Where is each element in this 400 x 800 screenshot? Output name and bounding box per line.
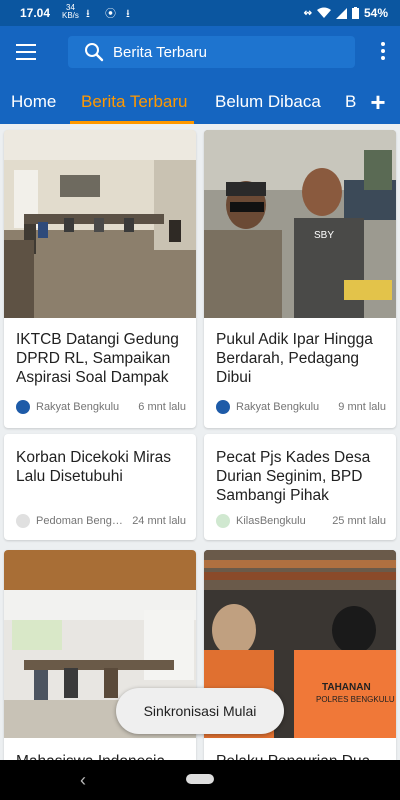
article-time: 9 mnt lalu <box>338 401 386 413</box>
status-time: 17.04 <box>20 6 51 20</box>
download-icon: ⭳ <box>126 8 130 20</box>
article-source: Rakyat Bengkulu <box>36 401 120 413</box>
battery-level: 54% <box>363 6 388 20</box>
system-nav-bar: ‹ <box>0 760 400 800</box>
article-source: Pedoman Bengkulu <box>36 515 127 527</box>
signal-icon <box>335 7 347 19</box>
more-options-icon[interactable] <box>380 42 386 62</box>
article-title: Pukul Adik Ipar Hingga Berdarah, Pedagan… <box>216 331 373 386</box>
article-time: 6 mnt lalu <box>138 401 186 413</box>
app-bar: Berita Terbaru <box>0 26 400 82</box>
download-icon: ⭳ <box>86 8 90 20</box>
shirt-text: SBY <box>314 230 334 241</box>
article-title: Pelaku Pencurian Dua <box>204 752 396 760</box>
article-title: Korban Dicekoki Miras Lalu Disetubuhi <box>16 449 172 485</box>
wifi-icon <box>316 7 331 18</box>
source-logo-icon <box>216 514 230 528</box>
search-input[interactable]: Berita Terbaru <box>68 36 355 68</box>
article-meta: KilasBengkulu 25 mnt lalu <box>216 514 386 528</box>
status-bar: 17.04 34 KB/s ⭳ ⦿ ⭳ ↭ 54% <box>0 0 400 26</box>
article-meta: Pedoman Bengkulu 24 mnt lalu <box>16 514 186 528</box>
battery-icon <box>351 7 359 19</box>
net-speed-unit: KB/s <box>62 11 79 20</box>
search-placeholder: Berita Terbaru <box>113 44 207 61</box>
article-title: Mahasiswa Indonesia <box>4 752 196 760</box>
article-meta: Rakyat Bengkulu 9 mnt lalu <box>216 400 386 414</box>
add-tab-icon[interactable]: + <box>356 82 400 124</box>
article-meta: Rakyat Bengkulu 6 mnt lalu <box>16 400 186 414</box>
vest-text: POLRES BENGKULU <box>316 695 395 704</box>
article-image: SBY <box>204 130 396 318</box>
article-card[interactable]: Korban Dicekoki Miras Lalu Disetubuhi Pe… <box>4 434 196 540</box>
vibrate-icon: ↭ <box>303 7 312 19</box>
source-logo-icon <box>16 400 30 414</box>
tab-bar: Home Berita Terbaru Belum Dibaca B + <box>0 82 400 124</box>
data-saver-icon: ⦿ <box>105 8 116 20</box>
sync-toast: Sinkronisasi Mulai <box>116 688 284 734</box>
back-icon[interactable]: ‹ <box>80 770 86 791</box>
net-speed: 34 KB/s <box>62 4 79 20</box>
vest-text: TAHANAN <box>322 682 371 693</box>
source-logo-icon <box>216 400 230 414</box>
article-title: IKTCB Datangi Gedung DPRD RL, Sampaikan … <box>16 331 179 386</box>
menu-icon[interactable] <box>16 44 36 60</box>
tab-belum-dibaca[interactable]: Belum Dibaca <box>215 92 321 112</box>
article-image <box>4 130 196 318</box>
article-source: Rakyat Bengkulu <box>236 401 320 413</box>
tab-berita-terbaru[interactable]: Berita Terbaru <box>81 92 187 112</box>
source-logo-icon <box>16 514 30 528</box>
article-time: 25 mnt lalu <box>332 515 386 527</box>
tab-home[interactable]: Home <box>11 92 56 112</box>
home-pill[interactable] <box>186 774 214 784</box>
article-card[interactable]: SBY Pukul Adik Ipar Hingga Berdarah, Ped… <box>204 130 396 428</box>
article-card[interactable]: IKTCB Datangi Gedung DPRD RL, Sampaikan … <box>4 130 196 428</box>
news-feed[interactable]: IKTCB Datangi Gedung DPRD RL, Sampaikan … <box>0 124 400 760</box>
search-icon <box>85 43 104 62</box>
article-time: 24 mnt lalu <box>132 515 186 527</box>
article-title: Pecat Pjs Kades Desa Durian Seginim, BPD… <box>216 449 371 504</box>
article-source: KilasBengkulu <box>236 515 306 527</box>
status-right: ↭ 54% <box>304 6 388 20</box>
article-card[interactable]: Pecat Pjs Kades Desa Durian Seginim, BPD… <box>204 434 396 540</box>
tab-overflow[interactable]: B <box>345 92 356 112</box>
